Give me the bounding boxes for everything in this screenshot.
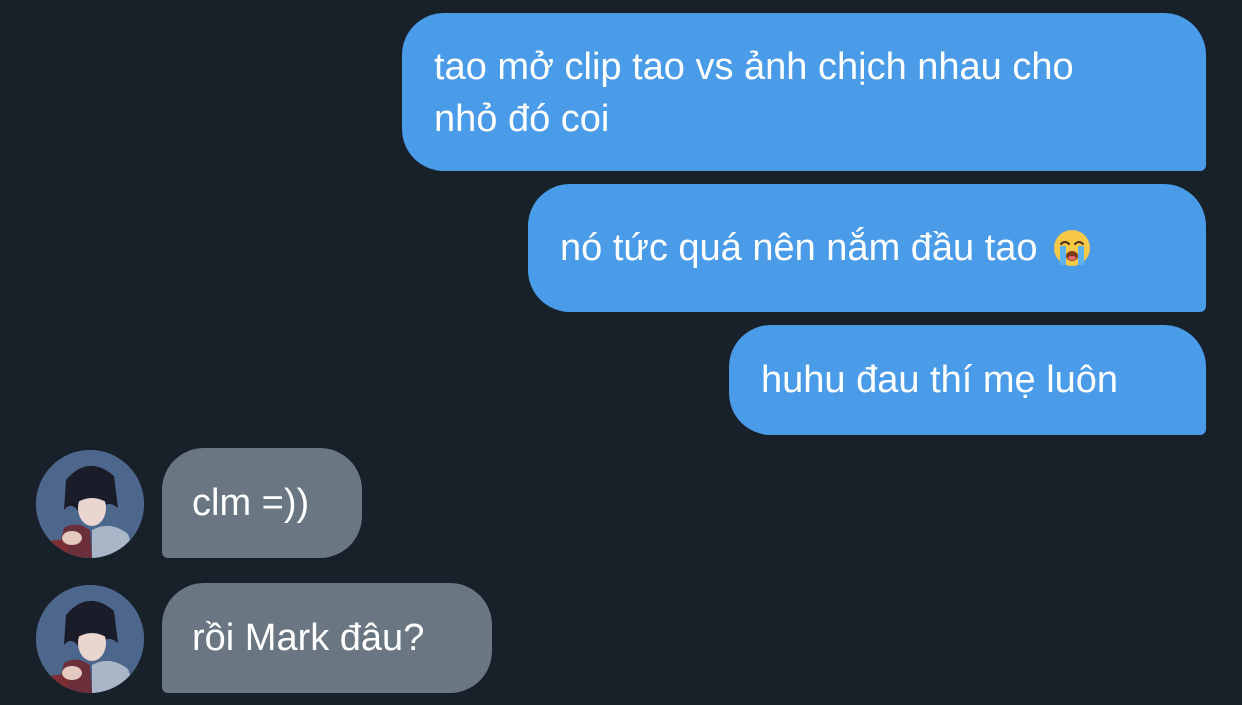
message-text: tao mở clip tao vs ảnh chịch nhau cho nh… — [434, 46, 1074, 140]
outgoing-message-bubble[interactable]: nó tức quá nên nắm đầu tao — [528, 184, 1206, 312]
incoming-message-bubble[interactable]: rồi Mark đâu? — [162, 583, 492, 693]
incoming-message-bubble[interactable]: clm =)) — [162, 448, 362, 558]
message-text: rồi Mark đâu? — [192, 617, 425, 659]
outgoing-message-bubble[interactable]: huhu đau thí mẹ luôn — [729, 325, 1206, 435]
loudly-crying-face-icon — [1053, 230, 1090, 266]
message-text: clm =)) — [192, 482, 310, 524]
chat-thread: tao mở clip tao vs ảnh chịch nhau cho nh… — [0, 0, 1242, 705]
avatar-photo-icon — [36, 450, 144, 558]
avatar-photo-icon — [36, 585, 144, 693]
outgoing-message-bubble[interactable]: tao mở clip tao vs ảnh chịch nhau cho nh… — [402, 13, 1206, 171]
avatar[interactable] — [36, 450, 144, 558]
avatar[interactable] — [36, 585, 144, 693]
message-text: huhu đau thí mẹ luôn — [761, 359, 1119, 401]
message-text: nó tức quá nên nắm đầu tao — [560, 227, 1038, 269]
